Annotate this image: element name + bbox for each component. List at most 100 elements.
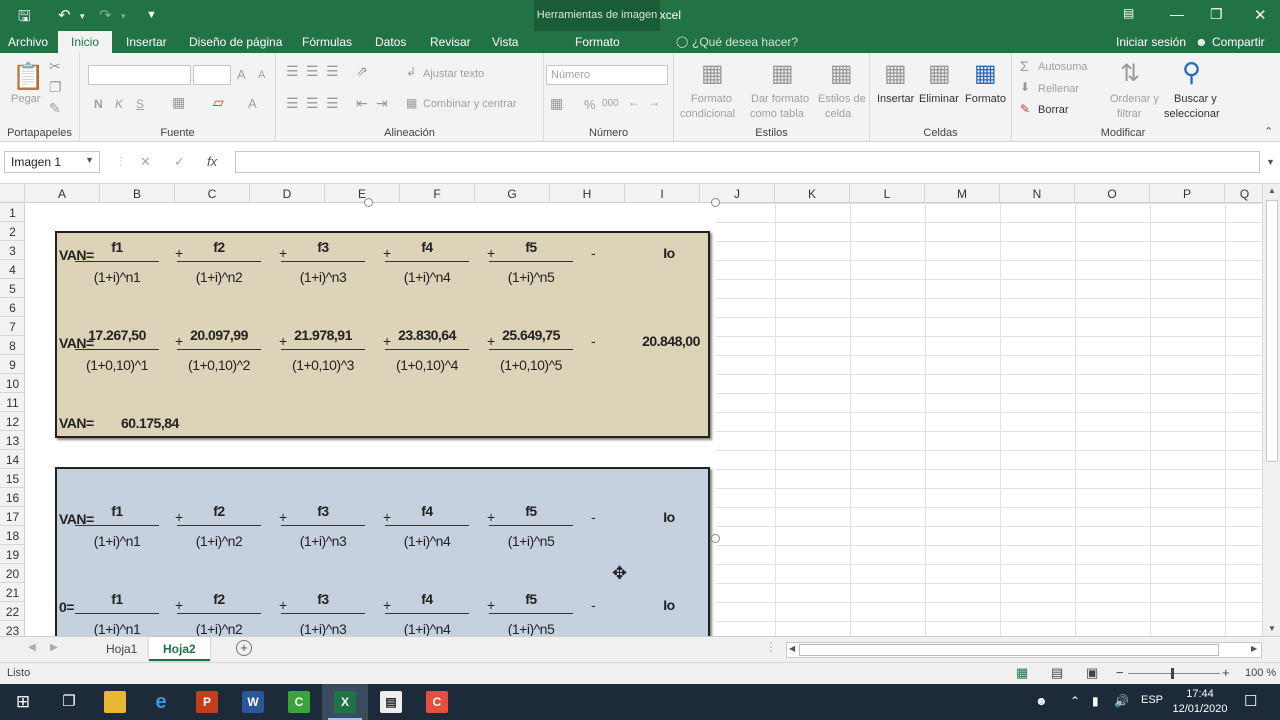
ribbon-display-icon[interactable]: ▤ — [1123, 6, 1134, 20]
row-header-5[interactable]: 5 — [0, 279, 24, 298]
volume-icon[interactable]: 🔊 — [1114, 694, 1129, 708]
tab-revisar[interactable]: Revisar — [430, 35, 471, 49]
column-header-k[interactable]: K — [775, 184, 850, 203]
excel-icon[interactable]: X — [322, 684, 368, 720]
taskview-icon[interactable]: ❐ — [46, 684, 92, 720]
row-header-10[interactable]: 10 — [0, 374, 24, 393]
resize-handle-right[interactable] — [711, 534, 720, 543]
row-header-23[interactable]: 23 — [0, 621, 24, 636]
align-right-icon[interactable]: ☰ — [326, 95, 339, 112]
autosum-icon[interactable]: Σ — [1020, 58, 1029, 74]
row-header-3[interactable]: 3 — [0, 241, 24, 260]
copy-icon[interactable]: ❐ — [49, 79, 62, 96]
row-header-11[interactable]: 11 — [0, 393, 24, 412]
column-header-g[interactable]: G — [475, 184, 550, 203]
paste-icon[interactable]: 📋 — [12, 61, 44, 92]
paste-label[interactable]: Pegar — [11, 93, 40, 105]
zoom-level[interactable]: 100 % — [1245, 667, 1276, 679]
delete-cells-button[interactable]: Eliminar — [919, 93, 959, 105]
minimize-icon[interactable]: — — [1170, 6, 1184, 22]
tab-archivo[interactable]: Archivo — [8, 35, 48, 49]
powerpoint-icon[interactable]: P — [184, 684, 230, 720]
zoom-in-icon[interactable]: + — [1222, 665, 1230, 680]
row-header-17[interactable]: 17 — [0, 507, 24, 526]
font-name-box[interactable] — [88, 65, 191, 85]
battery-icon[interactable]: ▮ — [1092, 694, 1099, 708]
conditional-format-line1[interactable]: Formato — [691, 93, 732, 105]
format-as-table-line1[interactable]: Dar formato — [751, 93, 809, 105]
tell-me-search[interactable]: ¿Qué desea hacer? — [692, 35, 798, 49]
cut-icon[interactable]: ✂ — [49, 58, 61, 75]
resize-handle-top[interactable] — [364, 198, 373, 207]
sheet-tab-hoja2[interactable]: Hoja2 — [149, 637, 210, 661]
column-header-n[interactable]: N — [1000, 184, 1075, 203]
tab-inicio[interactable]: Inicio — [58, 31, 113, 53]
column-header-q[interactable]: Q — [1225, 184, 1265, 203]
restore-icon[interactable]: ❐ — [1210, 6, 1223, 23]
name-box-dropdown-icon[interactable]: ▼ — [85, 155, 94, 165]
scroll-down-icon[interactable]: ▼ — [1268, 624, 1276, 633]
close-icon[interactable]: ✕ — [1254, 6, 1267, 24]
tab-insertar[interactable]: Insertar — [126, 35, 167, 49]
align-left-icon[interactable]: ☰ — [286, 95, 299, 112]
row-header-22[interactable]: 22 — [0, 602, 24, 621]
align-bottom-icon[interactable]: ☰ — [326, 63, 339, 80]
zoom-slider-thumb[interactable] — [1171, 668, 1174, 679]
expand-formula-icon[interactable]: ▼ — [1266, 157, 1275, 167]
column-header-a[interactable]: A — [25, 184, 100, 203]
cell-styles-icon[interactable]: ▦ — [830, 59, 853, 88]
camtasia-recorder-icon[interactable]: C — [414, 684, 460, 720]
find-select-line2[interactable]: seleccionar — [1164, 108, 1220, 120]
row-header-12[interactable]: 12 — [0, 412, 24, 431]
clock[interactable]: 17:44 12/01/2020 — [1166, 687, 1234, 717]
normal-view-icon[interactable]: ▦ — [1016, 665, 1028, 681]
fill-color-icon[interactable]: ▱ — [213, 94, 224, 111]
clapper-icon[interactable]: ▤ — [368, 684, 414, 720]
resize-handle-top-right[interactable] — [711, 198, 720, 207]
sheet-prev-icon[interactable]: ◀ — [28, 642, 36, 653]
sheet-next-icon[interactable]: ▶ — [50, 642, 58, 653]
column-header-m[interactable]: M — [925, 184, 1000, 203]
decrease-decimal-icon[interactable]: → — [648, 95, 660, 109]
scroll-left-icon[interactable]: ◀ — [789, 644, 795, 653]
wrap-text-button[interactable]: Ajustar texto — [423, 68, 484, 80]
italic-button[interactable]: K — [115, 97, 123, 111]
horizontal-scroll-thumb[interactable] — [799, 644, 1219, 656]
decrease-indent-icon[interactable]: ⇤ — [356, 95, 368, 112]
word-icon[interactable]: W — [230, 684, 276, 720]
page-layout-view-icon[interactable]: ▤ — [1051, 665, 1063, 681]
fill-button[interactable]: Rellenar — [1038, 83, 1079, 95]
column-header-o[interactable]: O — [1075, 184, 1150, 203]
increase-decimal-icon[interactable]: ← — [628, 95, 640, 109]
align-middle-icon[interactable]: ☰ — [306, 63, 319, 80]
vertical-scroll-thumb[interactable] — [1266, 200, 1278, 462]
vertical-scrollbar[interactable]: ▲ ▼ — [1262, 184, 1280, 636]
borders-icon[interactable]: ▦ — [172, 94, 185, 111]
column-header-h[interactable]: H — [550, 184, 625, 203]
clear-icon[interactable]: ✎ — [1020, 102, 1030, 116]
conditional-format-icon[interactable]: ▦ — [701, 59, 724, 88]
zoom-slider[interactable] — [1128, 673, 1220, 674]
horizontal-scrollbar[interactable]: ◀ ▶ — [786, 642, 1262, 658]
row-header-4[interactable]: 4 — [0, 260, 24, 279]
format-as-table-icon[interactable]: ▦ — [771, 59, 794, 88]
align-center-icon[interactable]: ☰ — [306, 95, 319, 112]
accounting-icon[interactable]: ▦ — [550, 95, 563, 112]
sheet-tab-hoja1[interactable]: Hoja1 — [92, 637, 151, 661]
tab-diseno-pagina[interactable]: Diseño de página — [189, 35, 282, 49]
enter-icon[interactable]: ✓ — [174, 154, 185, 170]
tray-expand-icon[interactable]: ⌃ — [1070, 694, 1080, 708]
row-header-20[interactable]: 20 — [0, 564, 24, 583]
row-header-7[interactable]: 7 — [0, 317, 24, 336]
edge-icon[interactable]: e — [138, 684, 184, 720]
row-header-14[interactable]: 14 — [0, 450, 24, 469]
orientation-icon[interactable]: ⇗ — [356, 63, 368, 80]
cancel-icon[interactable]: ✕ — [140, 154, 151, 170]
insert-function-icon[interactable]: fx — [207, 154, 217, 169]
font-color-icon[interactable]: A — [248, 96, 257, 111]
add-sheet-icon[interactable]: + — [236, 640, 252, 656]
row-header-19[interactable]: 19 — [0, 545, 24, 564]
tab-vista[interactable]: Vista — [492, 35, 518, 49]
select-all-corner[interactable] — [0, 184, 25, 203]
font-size-box[interactable] — [193, 65, 231, 85]
